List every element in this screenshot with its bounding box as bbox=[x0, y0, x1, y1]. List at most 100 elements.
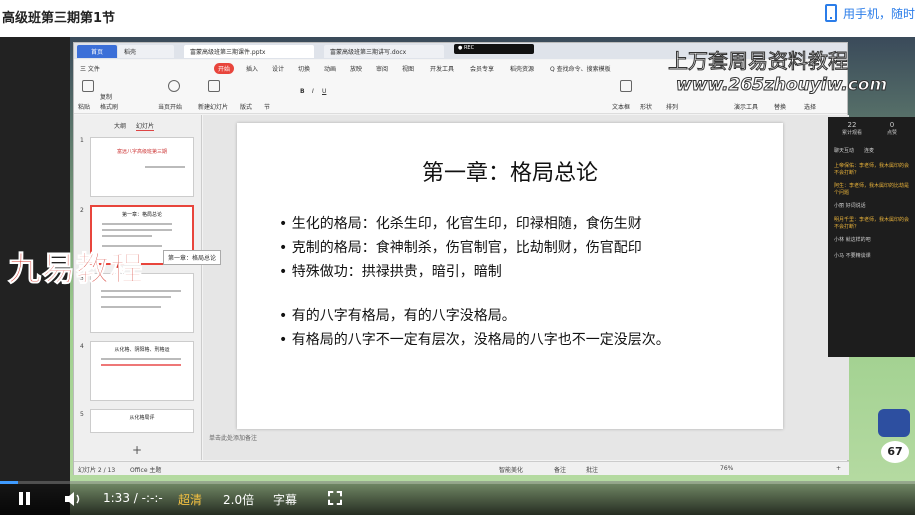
command-search[interactable]: Q 查找命令、搜索模板 bbox=[550, 64, 611, 73]
thumb-text-line bbox=[101, 290, 181, 292]
paste-icon[interactable] bbox=[82, 80, 94, 92]
stat-value: 22 bbox=[847, 121, 857, 129]
playback-time: 1:33 / -:-:- bbox=[103, 491, 163, 505]
chat-message: 小丽 好词说话 bbox=[834, 203, 866, 209]
watermark-line1: 上万套周易资料教程 bbox=[668, 49, 849, 74]
thumb-title: 从化格局评 bbox=[129, 415, 155, 421]
fullscreen-icon[interactable] bbox=[328, 491, 342, 505]
thumb-title: 富远八字高级班第三期 bbox=[116, 149, 167, 155]
presenter-avatar bbox=[878, 409, 910, 437]
tab-slides[interactable]: 幻灯片 bbox=[136, 121, 155, 131]
chat-message: 阿生：李老师，我木属印的比劫是个问题 bbox=[834, 183, 910, 196]
stat-likes: 0 点赞 bbox=[872, 121, 912, 136]
slide-thumbnail[interactable]: 富远八字高级班第三期 bbox=[90, 137, 194, 197]
tab-outline[interactable]: 大纲 bbox=[114, 121, 126, 131]
menu-daoke-resources[interactable]: 稻壳资源 bbox=[510, 64, 534, 73]
slide-bullet: • 生化的格局：化杀生印，化官生印，印禄相随，食伤生财 bbox=[279, 216, 642, 232]
thumb-number: 1 bbox=[80, 137, 84, 144]
subtitle-button[interactable]: 字幕 bbox=[273, 491, 297, 508]
thumb-text-line bbox=[101, 306, 161, 308]
progress-bar[interactable] bbox=[0, 481, 915, 484]
current-slide[interactable]: 第一章：格局总论 • 生化的格局：化杀生印，化官生印，印禄相随，食伤生财 • 克… bbox=[237, 123, 783, 429]
play-from-current-icon[interactable] bbox=[168, 80, 180, 92]
menu-member[interactable]: 会员专享 bbox=[470, 64, 494, 73]
zoom-in-icon[interactable]: + bbox=[836, 465, 841, 472]
slide-thumbnail[interactable]: 从化格局评 bbox=[90, 409, 194, 433]
menu-slideshow[interactable]: 放映 bbox=[350, 64, 362, 73]
zoom-level[interactable]: 76% bbox=[720, 465, 733, 472]
format-painter-button[interactable]: 格式刷 bbox=[100, 102, 118, 111]
thumb-text-line bbox=[101, 364, 181, 366]
mobile-link[interactable]: 用手机，随时 bbox=[824, 4, 915, 22]
chat-tabs: 聊天互动 连麦 bbox=[834, 147, 874, 154]
add-slide-button[interactable]: + bbox=[132, 443, 142, 457]
replace-button[interactable]: 替换 bbox=[774, 102, 786, 111]
chat-message: 上帝保佑：李老师，我木属印的会不会打断？ bbox=[834, 163, 910, 176]
menu-design[interactable]: 设计 bbox=[272, 64, 284, 73]
arrange-button[interactable]: 排列 bbox=[666, 102, 678, 111]
copy-button[interactable]: 复制 bbox=[100, 92, 112, 101]
menu-transition[interactable]: 切换 bbox=[298, 64, 310, 73]
paste-button[interactable]: 粘贴 bbox=[78, 102, 90, 111]
theme-name: Office 主题 bbox=[130, 467, 162, 474]
progress-fill bbox=[0, 481, 19, 484]
menu-start[interactable]: 开始 bbox=[214, 63, 235, 74]
slide-index: 幻灯片 2 / 13 bbox=[78, 467, 116, 474]
slide-bullet: • 特殊做功：拱禄拱贵，暗引，暗制 bbox=[279, 264, 502, 280]
textbox-icon[interactable] bbox=[620, 80, 632, 92]
pause-icon[interactable] bbox=[18, 492, 32, 506]
menu-devtools[interactable]: 开发工具 bbox=[430, 64, 454, 73]
quality-button[interactable]: 超清 bbox=[178, 491, 202, 508]
status-bar: 幻灯片 2 / 13 Office 主题 智能美化 备注 批注 76% + bbox=[74, 461, 849, 475]
select-button[interactable]: 选择 bbox=[804, 102, 816, 111]
chat-message: 小马 不要精谈课 bbox=[834, 253, 871, 259]
watermark-line2: www.265zhouyiw.com bbox=[675, 75, 888, 96]
tab-docx[interactable]: 富蒙高级班第三期讲写.docx bbox=[324, 45, 444, 58]
recording-indicator: ● REC bbox=[454, 44, 534, 54]
timer-badge: 67 bbox=[881, 441, 909, 463]
tab-mic[interactable]: 连麦 bbox=[864, 147, 874, 154]
font-bold-icon[interactable]: B bbox=[300, 88, 305, 95]
video-player[interactable]: 首页 稻壳 富蒙高级班第三期课件.pptx 富蒙高级班第三期讲写.docx ● … bbox=[0, 37, 915, 515]
menu-insert[interactable]: 插入 bbox=[246, 64, 258, 73]
speed-button[interactable]: 2.0倍 bbox=[223, 491, 254, 508]
section-button[interactable]: 节 bbox=[264, 102, 270, 111]
menu-review[interactable]: 审阅 bbox=[376, 64, 388, 73]
phone-icon bbox=[824, 4, 837, 22]
notes-toggle[interactable]: 备注 bbox=[554, 465, 566, 474]
tab-home[interactable]: 首页 bbox=[77, 45, 117, 58]
slide-thumbnail[interactable]: 从化格、阴阳格、刑格运 bbox=[90, 341, 194, 401]
layout-button[interactable]: 版式 bbox=[240, 102, 252, 111]
new-slide-icon[interactable] bbox=[208, 80, 220, 92]
thumb-text-line bbox=[102, 235, 152, 237]
font-italic-icon[interactable]: I bbox=[312, 88, 314, 95]
mobile-link-label: 用手机，随时 bbox=[842, 6, 915, 21]
new-slide-button[interactable]: 新建幻灯片 bbox=[198, 102, 228, 111]
thumbnail-tooltip: 第一章：格局总论 bbox=[163, 250, 222, 265]
font-underline-icon[interactable]: U bbox=[322, 88, 326, 95]
player-controls: 1:33 / -:-:- 超清 2.0倍 字幕 bbox=[0, 481, 915, 515]
stat-label: 累计观看 bbox=[841, 130, 862, 136]
menu-view[interactable]: 视图 bbox=[402, 64, 414, 73]
menu-animation[interactable]: 动画 bbox=[324, 64, 336, 73]
play-from-current-button[interactable]: 当页开始 bbox=[158, 102, 182, 111]
smart-beautify-button[interactable]: 智能美化 bbox=[499, 465, 523, 474]
menu-file[interactable]: 三 文件 bbox=[80, 64, 100, 73]
tab-daoke[interactable]: 稻壳 bbox=[118, 45, 174, 58]
tab-chat[interactable]: 聊天互动 bbox=[834, 147, 854, 154]
stat-value: 0 bbox=[889, 121, 895, 129]
stat-label: 点赞 bbox=[886, 130, 897, 136]
shape-button[interactable]: 形状 bbox=[640, 102, 652, 111]
tab-pptx[interactable]: 富蒙高级班第三期课件.pptx bbox=[184, 45, 314, 58]
thumb-title: 从化格、阴阳格、刑格运 bbox=[114, 347, 170, 353]
course-title: 高级班第三期第1节 bbox=[2, 11, 116, 26]
chat-message: 明月千里：李老师，我木属印的会不会打断？ bbox=[834, 217, 910, 230]
slide-bullet: • 克制的格局：食神制杀，伤官制官，比劫制财，伤官配印 bbox=[279, 240, 642, 256]
notes-input[interactable]: 单击此处添加备注 bbox=[203, 433, 849, 445]
thumb-title: 第一章：格局总论 bbox=[121, 212, 162, 218]
comments-toggle[interactable]: 批注 bbox=[586, 465, 598, 474]
textbox-button[interactable]: 文本框 bbox=[612, 102, 630, 111]
slide-bullet: • 有格局的八字不一定有层次，没格局的八字也不一定没层次。 bbox=[279, 332, 670, 348]
volume-icon[interactable] bbox=[64, 491, 82, 507]
presentation-tools-button[interactable]: 演示工具 bbox=[734, 102, 758, 111]
